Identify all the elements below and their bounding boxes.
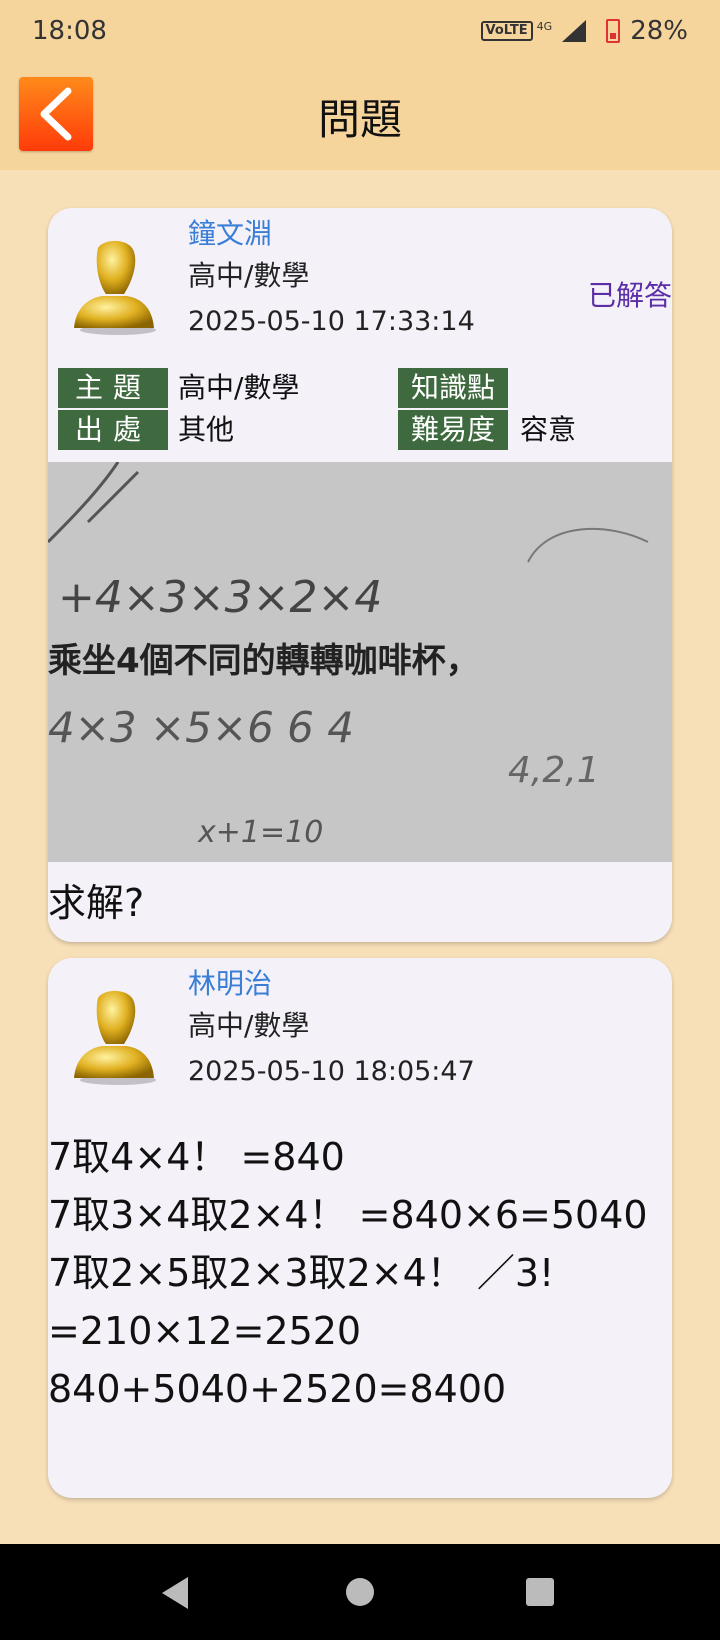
status-bar: 18:08 VoLTE 4G 28%: [0, 0, 720, 62]
answer-body: 7取4×4！ =840 7取3×4取2×4！ =840×6=5040 7取2×5…: [48, 1128, 648, 1418]
answer-card[interactable]: 林明治 高中/數學 2025-05-10 18:05:47 7取4×4！ =84…: [48, 958, 672, 1498]
battery-percent: 28%: [630, 16, 688, 46]
nav-back-icon[interactable]: [162, 1577, 188, 1609]
status-icons: VoLTE 4G 28%: [480, 16, 688, 46]
answer-line: =210×12=2520: [48, 1309, 362, 1353]
signal-icon: [562, 20, 587, 42]
photo-line-4: 4,2,1: [508, 750, 600, 791]
photo-line-1: +4×3×3×2×4: [58, 572, 382, 623]
difficulty-label: 難易度: [398, 410, 508, 450]
nav-recents-icon[interactable]: [526, 1578, 554, 1606]
topic-value: 高中/數學: [178, 371, 300, 404]
app-bar: 問題: [0, 62, 720, 170]
page-title: 問題: [317, 95, 402, 144]
question-photo[interactable]: +4×3×3×2×4 乘坐4個不同的轉轉咖啡杯， 4×3 ×5×6 6 4 4,…: [48, 462, 672, 862]
author-name[interactable]: 鐘文淵: [188, 212, 272, 252]
source-value: 其他: [178, 413, 235, 446]
answer-line: 7取2×5取2×3取2×4！ ／3!: [48, 1251, 555, 1295]
post-timestamp: 2025-05-10 17:33:14: [188, 306, 475, 337]
status-badge: 已解答: [587, 279, 672, 312]
post-timestamp: 2025-05-10 18:05:47: [188, 1056, 475, 1087]
post-subject: 高中/數學: [188, 1009, 310, 1042]
photo-line-2: 乘坐4個不同的轉轉咖啡杯，: [48, 641, 480, 681]
avatar-icon: [74, 990, 156, 1085]
author-name[interactable]: 林明治: [188, 962, 272, 1002]
topic-label: 主題: [58, 368, 168, 408]
avatar-icon: [74, 240, 156, 335]
photo-line-5: x+1=10: [197, 815, 323, 850]
answer-line: 7取4×4！ =840: [48, 1135, 345, 1179]
difficulty-value: 容意: [520, 413, 577, 446]
status-time: 18:08: [32, 16, 107, 46]
system-nav-bar: [0, 1544, 720, 1640]
answer-line: 7取3×4取2×4！ =840×6=5040: [48, 1193, 648, 1237]
knowledge-point-label: 知識點: [398, 368, 508, 408]
network-type-icon: 4G: [536, 19, 553, 33]
battery-icon: [606, 19, 621, 43]
post-subject: 高中/數學: [188, 259, 310, 292]
source-label: 出處: [58, 410, 168, 450]
question-card[interactable]: 鐘文淵 高中/數學 2025-05-10 17:33:14 已解答 主題 高中/…: [48, 208, 672, 942]
volte-icon: VoLTE: [480, 21, 533, 41]
answer-line: 840+5040+2520=8400: [48, 1367, 507, 1411]
question-body: 求解?: [48, 881, 145, 925]
nav-home-icon[interactable]: [346, 1578, 374, 1606]
photo-line-3: 4×3 ×5×6 6 4: [48, 703, 354, 752]
